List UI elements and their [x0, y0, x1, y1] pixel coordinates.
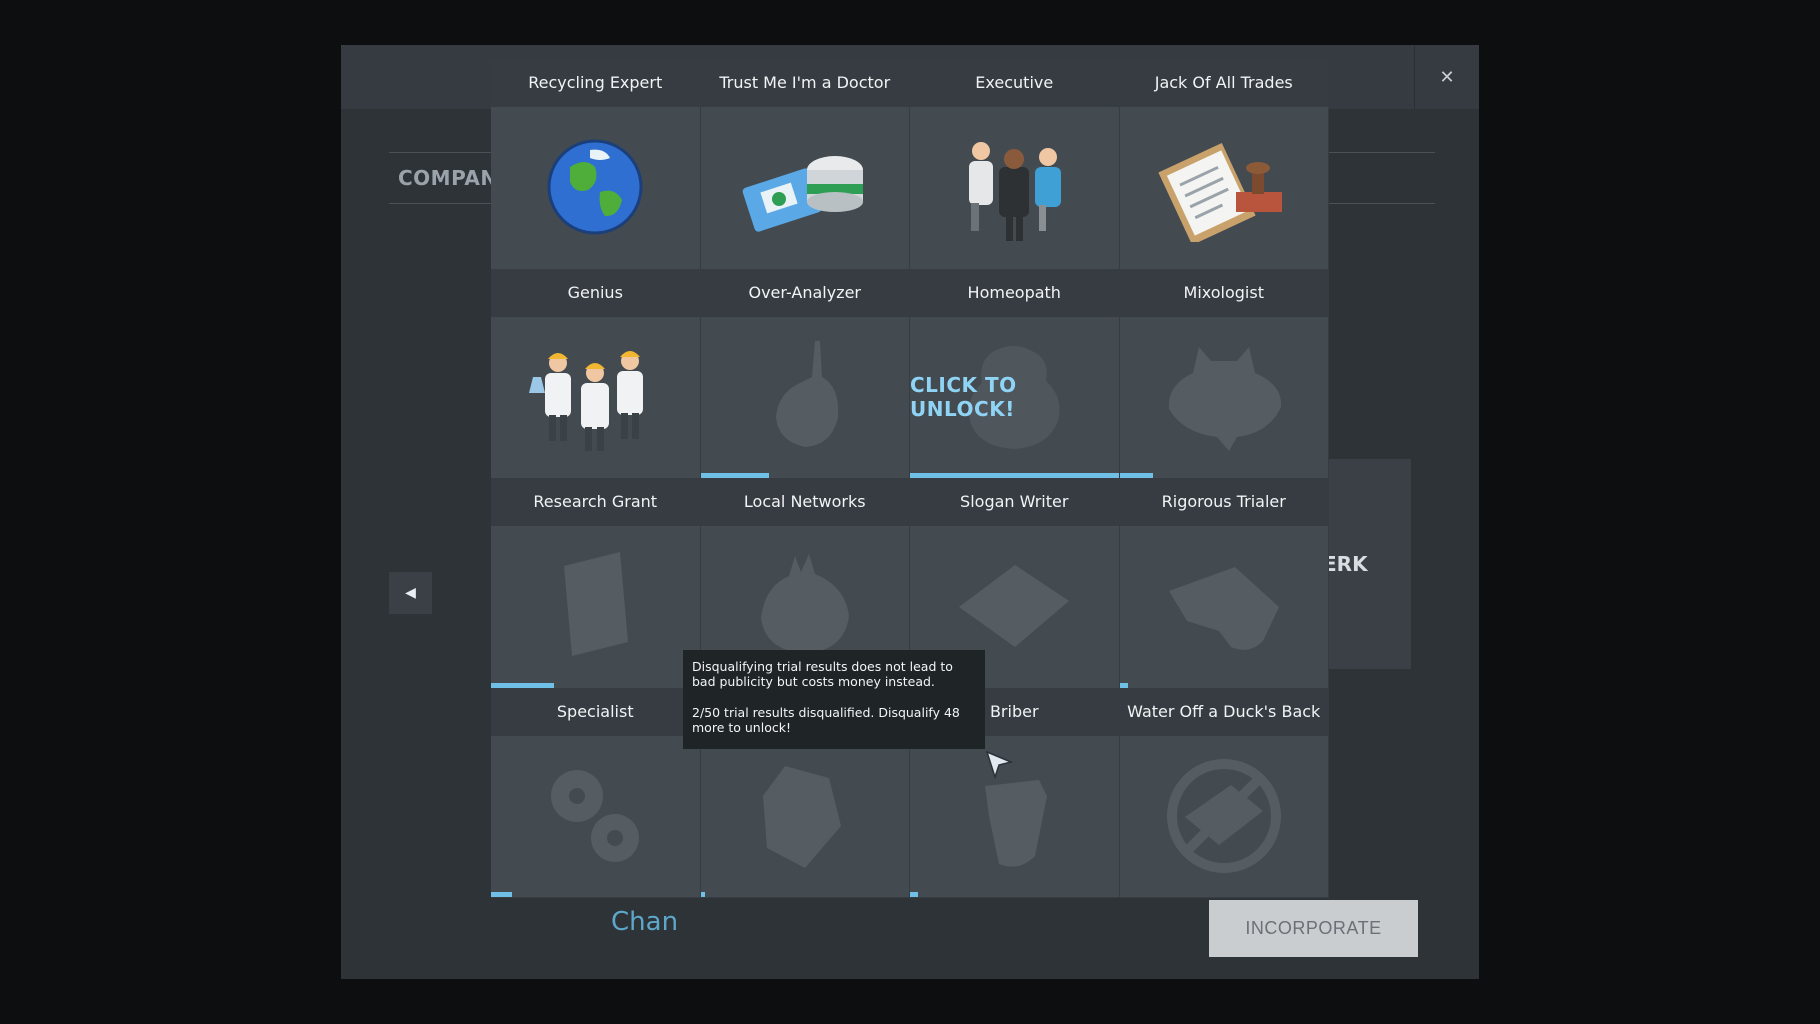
perk-card[interactable]: Rigorous Trialer [1119, 479, 1329, 689]
perk-grid: Recycling Expert Trust Me I'm a Doctor Exe… [491, 60, 1329, 898]
close-icon: ✕ [1439, 66, 1455, 88]
perk-card[interactable]: Mixologist [1119, 269, 1329, 479]
pill-box-icon [701, 107, 910, 267]
perk-title: Specialist [491, 688, 700, 736]
perk-card[interactable]: Specialist [491, 688, 701, 898]
perk-card[interactable]: Recycling Expert [491, 60, 701, 270]
perk-title: Jack Of All Trades [1119, 60, 1328, 107]
briber-silhouette-icon [910, 736, 1119, 896]
gears-icon [491, 736, 700, 896]
perk-title: Mixologist [1119, 269, 1328, 317]
side-perk-card[interactable]: ERK [1321, 459, 1411, 669]
perk-card[interactable]: Water Off a Duck's Back [1119, 688, 1329, 898]
perk-progress-bar [491, 682, 554, 688]
side-card-label: ERK [1323, 552, 1368, 576]
perk-title: Over-Analyzer [700, 269, 909, 317]
perk-card[interactable]: Genius [491, 269, 701, 479]
perk-title: Homeopath [910, 269, 1119, 317]
mixologist-silhouette-icon [1120, 317, 1329, 477]
perk-title: Trust Me I'm a Doctor [700, 60, 909, 107]
no-sign-icon [1120, 736, 1329, 896]
perk-card[interactable]: Trust Me I'm a Doctor [700, 60, 910, 270]
executives-icon [910, 107, 1119, 267]
perk-progress-bar [910, 892, 919, 897]
tooltip-progress: 2/50 trial results disqualified. Disqual… [692, 705, 960, 735]
analyzer-silhouette-icon [701, 317, 910, 477]
click-to-unlock-label[interactable]: CLICK TO UNLOCK! [910, 317, 1119, 477]
perk-card[interactable]: Executive [910, 60, 1120, 270]
perk-card[interactable]: Over-Analyzer [700, 269, 910, 479]
perk-progress-bar [491, 892, 512, 897]
perk-progress-bar [700, 892, 705, 897]
previous-page-button[interactable]: ◀ [389, 572, 432, 614]
perk-title: Recycling Expert [491, 60, 700, 107]
perk-title: Water Off a Duck's Back [1119, 688, 1328, 736]
incorporate-button[interactable]: INCORPORATE [1209, 900, 1418, 957]
perk-progress-bar [700, 473, 770, 478]
perk-title: Executive [910, 60, 1119, 107]
scientists-icon [491, 317, 700, 477]
player-name: Chan [611, 907, 679, 937]
mouse-cursor-icon [985, 750, 1013, 780]
globe-icon [491, 107, 700, 267]
triangle-left-icon: ◀ [405, 585, 416, 601]
grant-silhouette-icon [491, 526, 700, 686]
perk-title: Genius [491, 269, 700, 317]
perk-title: Slogan Writer [910, 479, 1119, 526]
perk-title: Local Networks [700, 479, 909, 526]
perk-card[interactable]: Jack Of All Trades [1119, 60, 1329, 270]
perk-progress-bar [1119, 473, 1153, 478]
perk-card[interactable]: Research Grant [491, 479, 701, 689]
perk-progress-bar [910, 473, 1119, 478]
spin-silhouette-icon [701, 736, 910, 896]
perk-tooltip: Disqualifying trial results does not lea… [683, 650, 985, 749]
perk-card[interactable]: Homeopath CLICK TO UNLOCK! [910, 269, 1120, 479]
close-button[interactable]: ✕ [1414, 45, 1479, 109]
clipboard-stamp-icon [1120, 107, 1329, 267]
tooltip-description: Disqualifying trial results does not lea… [692, 659, 953, 689]
trialer-silhouette-icon [1120, 526, 1329, 686]
perk-title: Rigorous Trialer [1119, 479, 1328, 526]
perk-progress-bar [1119, 682, 1128, 688]
perk-title: Research Grant [491, 479, 700, 526]
